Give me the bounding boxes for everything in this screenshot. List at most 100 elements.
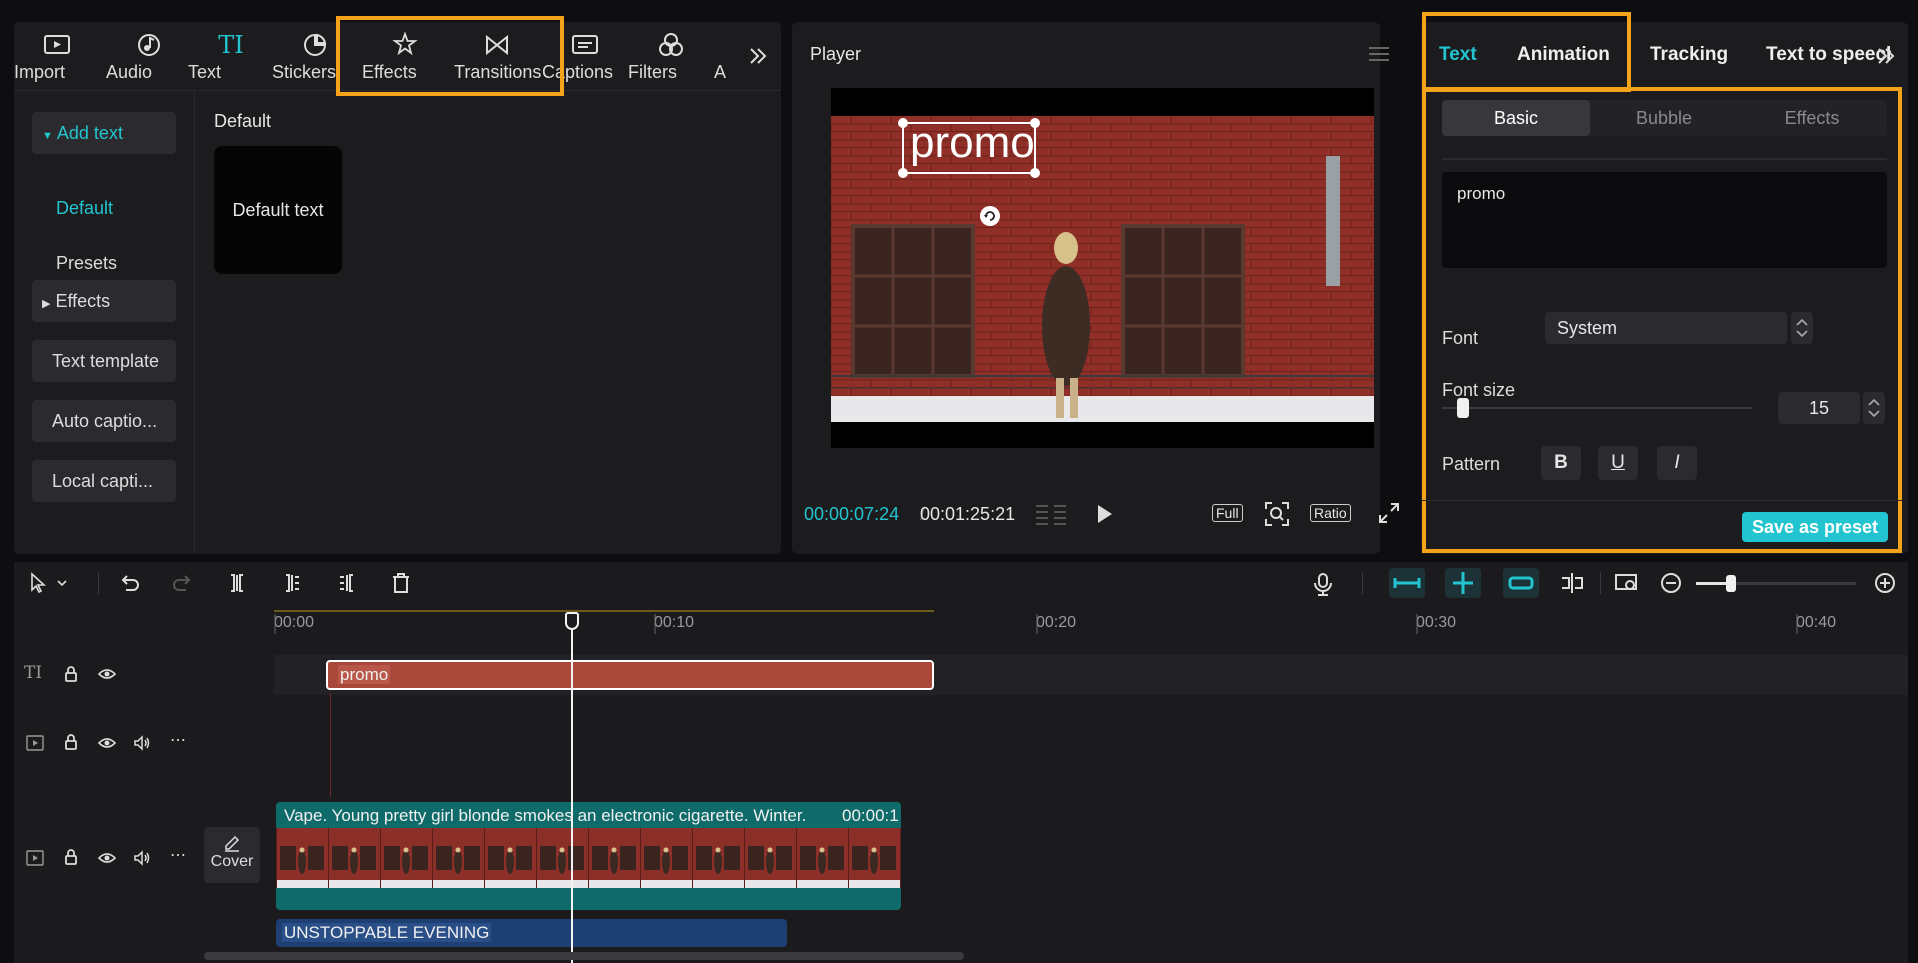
zoom-out-icon[interactable] (1660, 572, 1682, 594)
split-left-icon[interactable] (281, 572, 303, 594)
save-as-preset-button[interactable]: Save as preset (1742, 512, 1888, 542)
font-size-slider-track[interactable] (1442, 407, 1752, 409)
linkage-toggle[interactable] (1503, 568, 1539, 598)
tab-more-a[interactable]: A (714, 30, 738, 82)
zoom-to-fit-icon[interactable] (1614, 572, 1640, 594)
tab-label: Text (188, 62, 222, 82)
text-content-input[interactable]: promo (1442, 172, 1887, 268)
microphone-icon[interactable] (1312, 572, 1334, 596)
playhead[interactable] (571, 612, 573, 963)
track-header-video-2: ⋯ (14, 710, 199, 776)
bold-button[interactable]: B (1541, 446, 1581, 480)
sidebar-item-default[interactable]: Default (56, 198, 113, 219)
bold-icon: B (1554, 452, 1568, 473)
text-track-icon: TI (24, 663, 43, 683)
player-menu-icon[interactable] (1368, 46, 1390, 62)
font-size-label: Font size (1442, 380, 1516, 400)
font-select[interactable]: System (1545, 312, 1787, 344)
zoom-fit-icon[interactable] (1264, 501, 1290, 527)
undo-icon[interactable] (118, 572, 140, 594)
zoom-in-icon[interactable] (1874, 572, 1896, 594)
resize-handle[interactable] (898, 118, 908, 128)
main-video-clip[interactable]: Vape. Young pretty girl blonde smokes an… (276, 802, 901, 910)
volume-icon[interactable] (133, 735, 151, 751)
eye-icon[interactable] (98, 851, 116, 865)
timeline-panel: 00:00 00:10 00:20 00:30 00:40 TI ⋯ ⋯ Cov… (14, 562, 1908, 963)
font-size-stepper[interactable] (1863, 392, 1885, 424)
video-clip-label: Vape. Young pretty girl blonde smokes an… (284, 806, 807, 825)
link-icon (1508, 576, 1534, 590)
timeline-scrollbar[interactable] (204, 952, 964, 960)
lock-icon[interactable] (64, 666, 78, 682)
font-size-input[interactable]: 15 (1778, 392, 1860, 424)
volume-icon[interactable] (133, 850, 151, 866)
delete-icon[interactable] (390, 572, 412, 594)
select-tool-icon[interactable] (28, 572, 72, 594)
more-options-icon[interactable]: ⋯ (170, 730, 186, 750)
subtab-bubble[interactable]: Bubble (1590, 100, 1738, 136)
cover-button[interactable]: Cover (204, 827, 260, 883)
tab-text[interactable]: TI Text (188, 30, 274, 82)
tab-audio[interactable]: Audio (106, 30, 192, 82)
tab-label: Import (14, 62, 66, 82)
eye-icon[interactable] (98, 736, 116, 750)
video-preview[interactable]: promo (831, 88, 1374, 448)
tab-import[interactable]: Import (14, 30, 100, 82)
edit-icon (225, 835, 240, 852)
font-size-slider-thumb[interactable] (1457, 398, 1469, 418)
lock-icon[interactable] (64, 734, 78, 750)
resize-handle[interactable] (1030, 118, 1040, 128)
add-text-button[interactable]: ▼ Add text (32, 112, 176, 154)
redo-icon[interactable] (172, 572, 194, 594)
tab-tracking[interactable]: Tracking (1650, 44, 1728, 66)
video-track-icon (26, 735, 44, 751)
tab-filters[interactable]: Filters (628, 30, 714, 82)
zoom-slider-thumb[interactable] (1726, 575, 1736, 592)
split-icon[interactable] (226, 572, 248, 594)
eye-icon[interactable] (98, 667, 116, 681)
tab-text-to-speech[interactable]: Text to speech (1766, 44, 1891, 66)
highlight-inspector-tabs (1422, 12, 1631, 92)
snap-toggle[interactable] (1445, 568, 1481, 598)
playhead-handle[interactable] (565, 612, 579, 630)
audio-icon (138, 34, 160, 56)
more-options-icon[interactable]: ⋯ (170, 845, 186, 865)
duration: 00:01:25:21 (920, 504, 1016, 524)
ratio-button[interactable]: Ratio (1310, 504, 1351, 522)
lock-icon[interactable] (64, 849, 78, 865)
inspector-panel: Text Animation Tracking Text to speech B… (1421, 12, 1908, 554)
subtab-basic[interactable]: Basic (1442, 100, 1590, 136)
import-icon (44, 35, 70, 54)
sidebar-item-local-captions[interactable]: Local capti... (32, 460, 176, 502)
audio-clip[interactable]: UNSTOPPABLE EVENING (276, 919, 787, 947)
italic-button[interactable]: I (1657, 446, 1697, 480)
font-select-stepper[interactable] (1791, 312, 1813, 344)
preview-axis-icon[interactable] (1559, 572, 1585, 594)
sidebar-item-presets[interactable]: Presets (56, 253, 117, 274)
captions-icon (572, 35, 598, 54)
text-clip[interactable]: promo (326, 660, 934, 690)
text-overlay-selection[interactable]: promo (898, 118, 1040, 178)
fullscreen-icon[interactable] (1378, 502, 1400, 524)
inspector-subtabs: Basic Bubble Effects (1442, 100, 1887, 136)
more-tabs-icon[interactable] (1876, 46, 1896, 66)
add-text-label: Add text (56, 123, 123, 143)
video-thumbnails (276, 828, 901, 888)
subtab-effects[interactable]: Effects (1738, 100, 1886, 136)
resize-handle[interactable] (898, 168, 908, 178)
more-tabs-icon[interactable] (748, 46, 768, 66)
default-text-card[interactable]: Default text (214, 146, 342, 274)
main-track-magnet-toggle[interactable] (1389, 568, 1425, 598)
underline-button[interactable]: U (1598, 446, 1638, 480)
split-right-icon[interactable] (336, 572, 358, 594)
time-ruler[interactable]: 00:00 00:10 00:20 00:30 00:40 (274, 610, 1908, 638)
sidebar-item-effects[interactable]: ▶ Effects (32, 280, 176, 322)
play-icon[interactable] (1096, 503, 1114, 525)
sidebar-item-auto-captions[interactable]: Auto captio... (32, 400, 176, 442)
rotate-handle-icon[interactable] (980, 206, 1000, 226)
sidebar-item-text-template[interactable]: Text template (32, 340, 176, 382)
tab-label: Audio (106, 62, 153, 82)
full-button[interactable]: Full (1212, 504, 1243, 522)
resize-handle[interactable] (1030, 168, 1040, 178)
timecode-grid-icon[interactable] (1034, 502, 1068, 526)
